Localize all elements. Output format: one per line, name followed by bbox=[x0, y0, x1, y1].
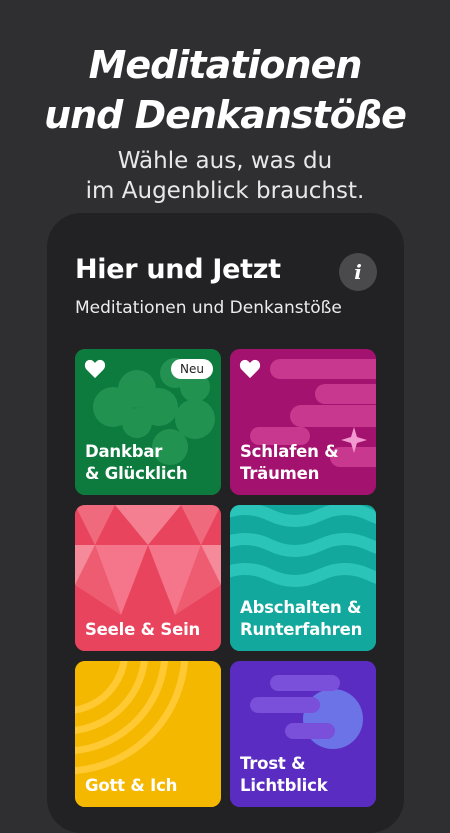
hero-subtitle-line-1: Wähle aus, was du bbox=[117, 148, 333, 174]
hero-title: Meditationen und Denkanstöße bbox=[0, 40, 450, 140]
tile-label-line-1: Gott & Ich bbox=[85, 776, 178, 795]
tile-label: Gott & Ich bbox=[85, 775, 215, 797]
page-title: Hier und Jetzt bbox=[75, 254, 281, 285]
hero-title-line-2: und Denkanstöße bbox=[44, 93, 407, 137]
heart-icon[interactable] bbox=[84, 359, 106, 379]
info-button[interactable]: i bbox=[339, 253, 377, 291]
tile-label-line-2: Lichtblick bbox=[240, 776, 328, 795]
category-tile-abschalten[interactable]: Abschalten & Runterfahren bbox=[230, 505, 376, 651]
hero-subtitle-line-2: im Augenblick brauchst. bbox=[85, 178, 365, 204]
tile-label-line-2: & Glücklich bbox=[85, 464, 188, 483]
heart-icon[interactable] bbox=[239, 359, 261, 379]
tile-label-line-1: Seele & Sein bbox=[85, 620, 201, 639]
tile-label: Dankbar & Glücklich bbox=[85, 441, 215, 485]
tile-label: Schlafen & Träumen bbox=[240, 441, 370, 485]
tile-label-line-1: Trost & bbox=[240, 754, 306, 773]
tile-label-line-2: Runterfahren bbox=[240, 620, 363, 639]
hero-subtitle: Wähle aus, was du im Augenblick brauchst… bbox=[0, 146, 450, 206]
tile-label: Abschalten & Runterfahren bbox=[240, 597, 370, 641]
category-tile-dankbar[interactable]: Neu Dankbar & Glücklich bbox=[75, 349, 221, 495]
tile-label-line-1: Abschalten & bbox=[240, 598, 362, 617]
tile-label-line-1: Schlafen & bbox=[240, 442, 339, 461]
category-tile-seele[interactable]: Seele & Sein bbox=[75, 505, 221, 651]
category-tile-schlafen[interactable]: Schlafen & Träumen bbox=[230, 349, 376, 495]
info-icon: i bbox=[354, 260, 362, 284]
category-tile-trost[interactable]: Trost & Lichtblick bbox=[230, 661, 376, 807]
hero-title-line-1: Meditationen bbox=[88, 43, 363, 87]
tile-label-line-1: Dankbar bbox=[85, 442, 163, 461]
tile-label-line-2: Träumen bbox=[240, 464, 320, 483]
page-subtitle: Meditationen und Denkanstöße bbox=[75, 298, 342, 318]
tile-label: Trost & Lichtblick bbox=[240, 753, 370, 797]
tile-label: Seele & Sein bbox=[85, 619, 215, 641]
category-tile-gott[interactable]: Gott & Ich bbox=[75, 661, 221, 807]
new-badge: Neu bbox=[171, 359, 213, 379]
